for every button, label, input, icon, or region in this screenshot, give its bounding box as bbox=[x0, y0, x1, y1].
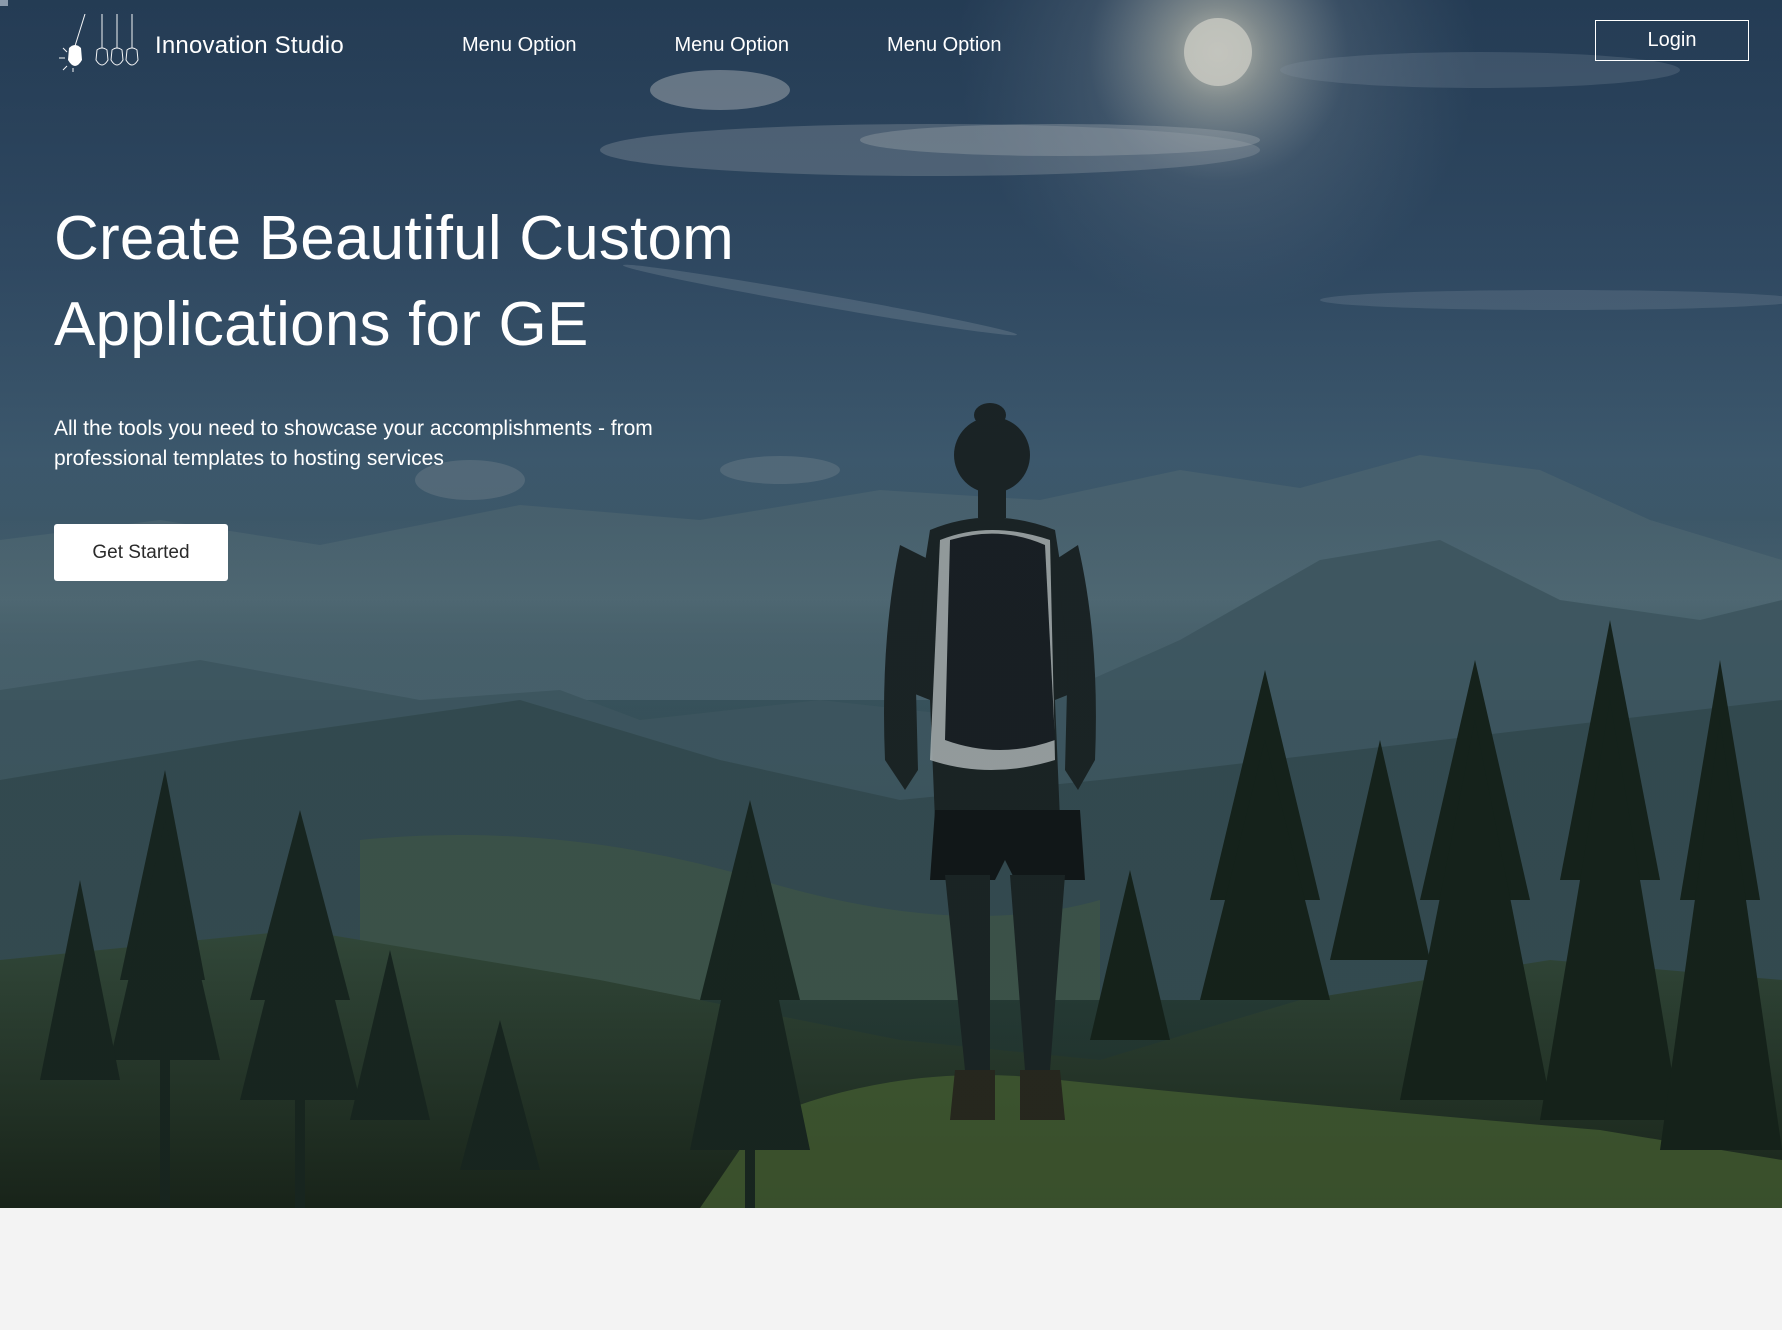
hero-background-image bbox=[0, 0, 1782, 1208]
brand-name: Innovation Studio bbox=[155, 32, 344, 59]
brand[interactable]: Innovation Studio bbox=[55, 14, 344, 74]
hero-section: Innovation Studio Menu Option Menu Optio… bbox=[0, 0, 1782, 1208]
hero-subtitle: All the tools you need to showcase your … bbox=[54, 414, 734, 474]
get-started-button[interactable]: Get Started bbox=[54, 524, 228, 581]
hero-title-line-2: Applications for GE bbox=[54, 290, 589, 359]
hero-subtitle-line-1: All the tools you need to showcase your … bbox=[54, 417, 653, 440]
window-corner-mark bbox=[0, 0, 8, 6]
login-button[interactable]: Login bbox=[1595, 20, 1749, 61]
main-nav: Menu Option Menu Option Menu Option bbox=[462, 34, 1002, 57]
below-fold-section bbox=[0, 1208, 1782, 1330]
nav-menu-option-1[interactable]: Menu Option bbox=[462, 34, 577, 57]
hero-subtitle-line-2: professional templates to hosting servic… bbox=[54, 447, 444, 470]
landing-page: Innovation Studio Menu Option Menu Optio… bbox=[0, 0, 1782, 1330]
hero-title: Create Beautiful Custom Applications for… bbox=[54, 196, 874, 368]
nav-menu-option-3[interactable]: Menu Option bbox=[887, 34, 1002, 57]
nav-menu-option-2[interactable]: Menu Option bbox=[675, 34, 790, 57]
hero-title-line-1: Create Beautiful Custom bbox=[54, 204, 735, 273]
lightbulb-pendulum-icon bbox=[59, 14, 139, 72]
